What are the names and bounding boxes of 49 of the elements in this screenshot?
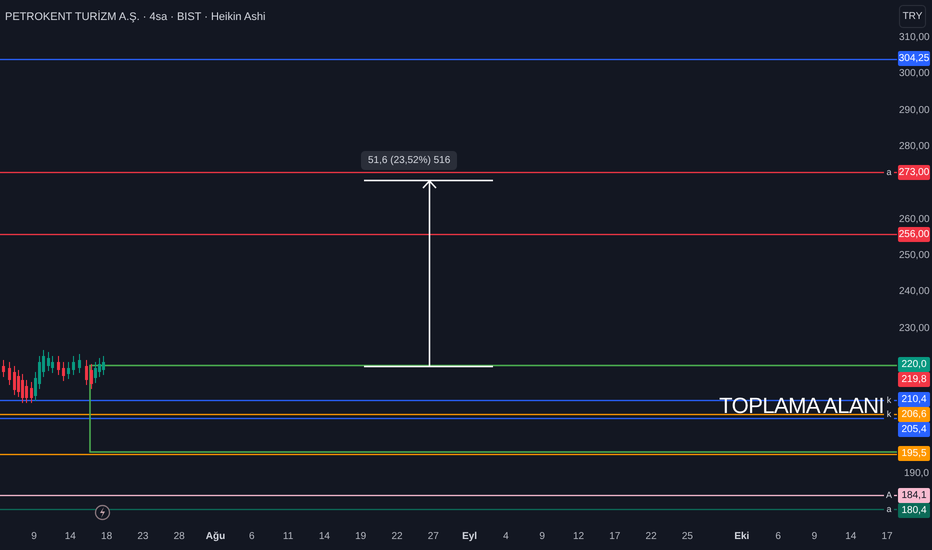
time-label: 4 bbox=[502, 531, 510, 543]
time-label: 9 bbox=[810, 531, 818, 543]
price-tag: 256,00 bbox=[898, 227, 930, 242]
measure-label: 51,6 (23,52%) 516 bbox=[361, 151, 458, 170]
time-label: 28 bbox=[172, 531, 186, 543]
price-tag: 184,1 bbox=[898, 488, 930, 503]
time-label: 22 bbox=[390, 531, 404, 543]
price-tick: 280,00 bbox=[899, 141, 929, 153]
price-tag: 210,4 bbox=[898, 392, 930, 407]
currency-button[interactable]: TRY bbox=[899, 5, 926, 28]
price-tick: 250,00 bbox=[899, 250, 929, 262]
time-label: 14 bbox=[844, 531, 858, 543]
price-tick: 230,00 bbox=[899, 323, 929, 335]
price-tick: 240,00 bbox=[899, 286, 929, 298]
price-tag: 206,6 bbox=[898, 407, 930, 422]
zone-label: TOPLAMA ALANI bbox=[719, 392, 884, 420]
time-label: 19 bbox=[354, 531, 368, 543]
time-label: 17 bbox=[880, 531, 894, 543]
time-label: 12 bbox=[572, 531, 586, 543]
price-tick: 300,00 bbox=[899, 68, 929, 80]
price-tag: 273,00 bbox=[898, 165, 930, 180]
time-label: 25 bbox=[680, 531, 694, 543]
price-tick: 190,0 bbox=[902, 468, 929, 480]
price-tag: 219,8 bbox=[898, 372, 930, 387]
time-label: 22 bbox=[644, 531, 658, 543]
time-label: 9 bbox=[538, 531, 546, 543]
time-label: 17 bbox=[608, 531, 622, 543]
price-tag: 205,4 bbox=[898, 422, 930, 437]
time-label: 18 bbox=[100, 531, 114, 543]
price-tag: 304,25 bbox=[898, 51, 930, 66]
time-label: 14 bbox=[318, 531, 331, 543]
price-tick: 290,00 bbox=[899, 105, 929, 117]
time-label: 27 bbox=[426, 531, 440, 543]
price-tag: 195,5 bbox=[898, 446, 930, 461]
time-label: Eyl bbox=[461, 531, 478, 543]
time-label: 14 bbox=[64, 531, 77, 543]
time-label: 6 bbox=[248, 531, 256, 543]
time-label: 6 bbox=[774, 531, 782, 543]
price-tick: 310,00 bbox=[899, 32, 929, 44]
time-label: 23 bbox=[136, 531, 150, 543]
time-label: Eki bbox=[733, 531, 750, 543]
time-label: 9 bbox=[30, 531, 38, 543]
price-tag: 180,4 bbox=[898, 503, 930, 518]
price-tick: 260,00 bbox=[899, 214, 929, 226]
time-label: Ağu bbox=[204, 531, 226, 543]
chart-title: PETROKENT TURİZM A.Ş. · 4sa · BIST · Heikin Ashi bbox=[5, 10, 266, 25]
lightning-icon[interactable] bbox=[94, 504, 110, 520]
price-tag: 220,0 bbox=[898, 357, 930, 372]
time-label: 11 bbox=[282, 531, 294, 543]
